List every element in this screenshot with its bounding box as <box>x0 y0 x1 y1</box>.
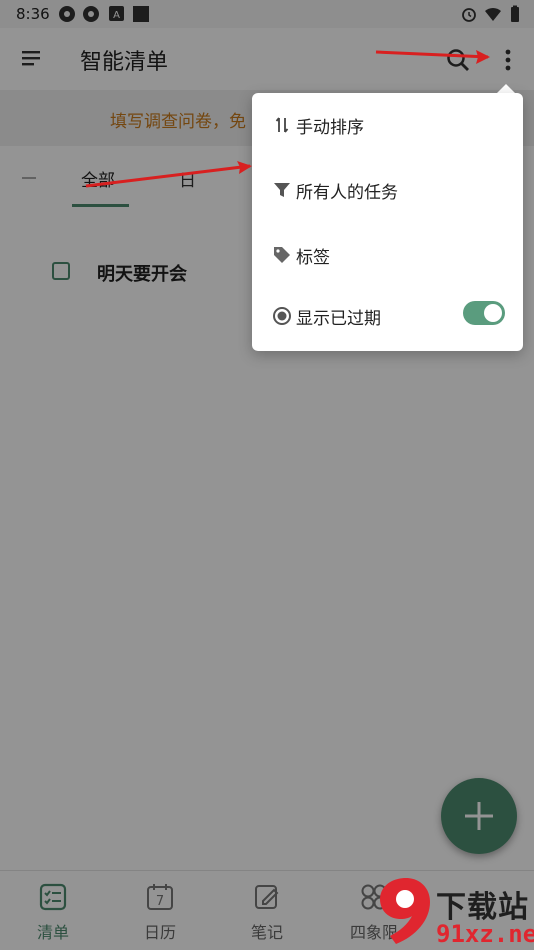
menu-item-tags[interactable]: 标签 <box>252 228 523 282</box>
menu-item-label: 显示已过期 <box>296 309 381 329</box>
filter-icon <box>274 183 290 197</box>
toggle-knob <box>484 304 502 322</box>
watermark-line2: 91xz.net <box>436 920 534 948</box>
sort-arrows-icon <box>275 117 289 133</box>
radio-icon <box>273 307 291 325</box>
menu-item-label: 标签 <box>296 248 330 268</box>
menu-item-show-overdue[interactable]: 显示已过期 <box>252 289 523 343</box>
menu-item-label: 手动排序 <box>296 118 364 138</box>
tag-icon <box>274 247 290 263</box>
menu-item-manual-sort[interactable]: 手动排序 <box>252 98 523 152</box>
app-screen: 8:36 A 智能清单 填写调查问卷，免 全部 日 明天要开会 清单 7 日历 … <box>0 0 534 950</box>
show-overdue-toggle[interactable] <box>463 301 505 325</box>
site-watermark: 下载站 91xz.net <box>376 872 534 950</box>
overflow-menu: 手动排序 所有人的任务 标签 显示已过期 <box>252 93 523 351</box>
menu-item-label: 所有人的任务 <box>296 183 398 203</box>
menu-item-everyone-tasks[interactable]: 所有人的任务 <box>252 163 523 217</box>
watermark-logo-icon <box>380 878 430 944</box>
